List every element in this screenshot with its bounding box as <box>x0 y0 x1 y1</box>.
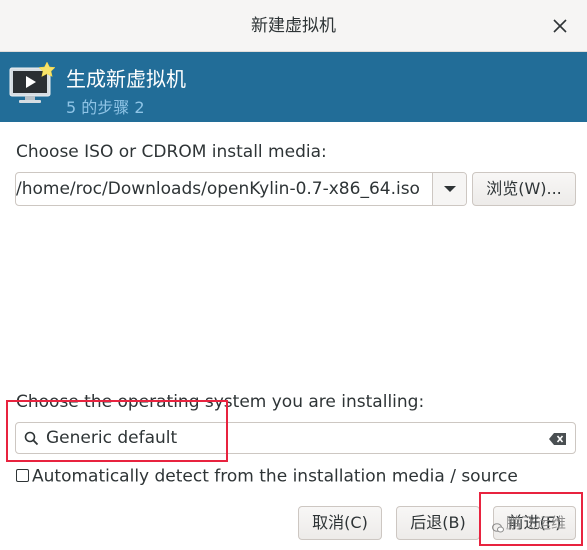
autodetect-row[interactable]: Automatically detect from the installati… <box>16 466 518 487</box>
window-title: 新建虚拟机 <box>251 16 336 36</box>
combo-dropdown-button[interactable] <box>432 173 466 205</box>
install-media-label: Choose ISO or CDROM install media: <box>16 142 327 162</box>
cancel-button[interactable]: 取消(C) <box>298 506 382 540</box>
chevron-down-icon <box>444 186 456 192</box>
os-search-field[interactable]: Generic default <box>15 422 576 454</box>
os-search-value: Generic default <box>46 428 178 448</box>
clear-icon[interactable] <box>549 431 567 445</box>
browse-button[interactable]: 浏览(W)... <box>472 172 576 206</box>
autodetect-checkbox[interactable] <box>16 469 29 482</box>
install-media-path-text: /home/roc/Downloads/openKylin-0.7-x86_64… <box>16 179 420 199</box>
install-media-combo[interactable]: /home/roc/Downloads/openKylin-0.7-x86_64… <box>15 172 467 206</box>
vm-monitor-icon <box>8 61 56 108</box>
new-vm-dialog: 新建虚拟机 生成新虚拟机 5 的步骤 2 Choose ISO or CDROM… <box>0 0 587 550</box>
header-banner: 生成新虚拟机 5 的步骤 2 <box>0 52 587 122</box>
wizard-title: 生成新虚拟机 <box>66 67 186 91</box>
autodetect-label: Automatically detect from the installati… <box>32 466 518 487</box>
close-icon[interactable] <box>551 17 569 35</box>
titlebar: 新建虚拟机 <box>0 0 587 52</box>
install-media-path[interactable]: /home/roc/Downloads/openKylin-0.7-x86_64… <box>16 173 431 205</box>
back-button[interactable]: 后退(B) <box>396 506 480 540</box>
wizard-step: 5 的步骤 2 <box>66 98 145 117</box>
search-icon <box>24 431 39 446</box>
os-choose-label: Choose the operating system you are inst… <box>16 392 425 412</box>
forward-button[interactable]: 前进(F) <box>493 506 576 540</box>
